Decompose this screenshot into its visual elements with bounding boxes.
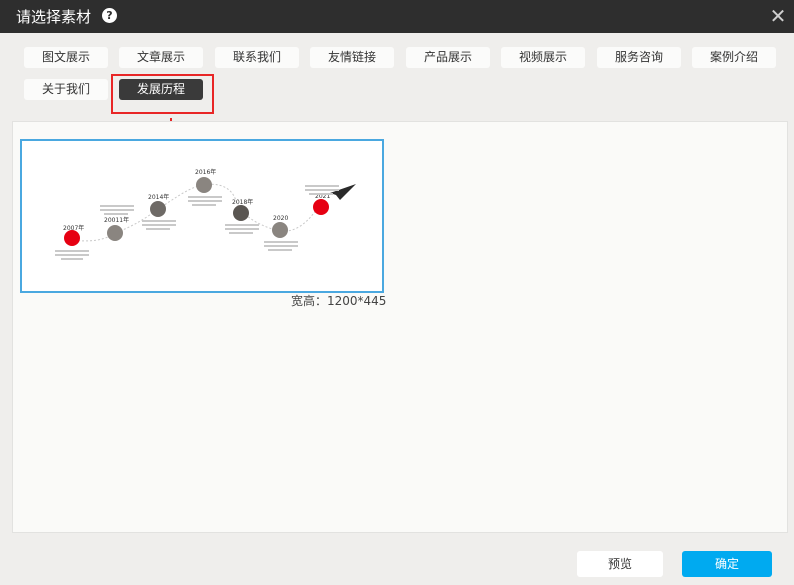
- tab-graphic-display[interactable]: 图文展示: [24, 47, 108, 68]
- preview-button[interactable]: 预览: [577, 551, 663, 577]
- year-label-2018: 2018年: [232, 198, 253, 206]
- material-size-label: 宽高：1200*445: [291, 294, 387, 308]
- year-label-2011: 20011年: [104, 216, 129, 224]
- tab-video-display[interactable]: 视频展示: [501, 47, 585, 68]
- timeline-node-2020: 2020: [264, 215, 298, 251]
- close-icon[interactable]: ✕: [768, 6, 788, 26]
- tab-product-display[interactable]: 产品展示: [406, 47, 490, 68]
- tab-contact-us[interactable]: 联系我们: [215, 47, 299, 68]
- confirm-button[interactable]: 确定: [682, 551, 772, 577]
- selection-highlight-box: [111, 74, 214, 114]
- tab-article-display[interactable]: 文章展示: [119, 47, 203, 68]
- timeline-node-2014: 2014年: [142, 193, 176, 230]
- tab-about-us[interactable]: 关于我们: [24, 79, 108, 100]
- timeline-node-2016: 2016年: [188, 168, 222, 206]
- year-label-2014: 2014年: [148, 193, 169, 201]
- timeline-node-2011: 20011年: [100, 205, 134, 241]
- tab-friend-links[interactable]: 友情链接: [310, 47, 394, 68]
- timeline-node-2007: 2007年: [55, 224, 89, 260]
- tab-case-intro[interactable]: 案例介绍: [692, 47, 776, 68]
- help-icon[interactable]: ?: [102, 8, 117, 23]
- year-label-2016: 2016年: [195, 168, 216, 176]
- dialog-titlebar: 请选择素材 ? ✕: [0, 0, 794, 33]
- material-thumbnail[interactable]: 2007年 20011年 2014年 2016年 2018年 2020 2021: [20, 139, 384, 293]
- timeline-node-2021: 2021: [305, 185, 339, 215]
- timeline-graphic: 2007年 20011年 2014年 2016年 2018年 2020 2021: [55, 168, 356, 260]
- year-label-2020: 2020: [273, 215, 288, 222]
- tab-service-consult[interactable]: 服务咨询: [597, 47, 681, 68]
- timeline-node-2018: 2018年: [225, 198, 259, 234]
- dialog-title: 请选择素材: [16, 8, 92, 26]
